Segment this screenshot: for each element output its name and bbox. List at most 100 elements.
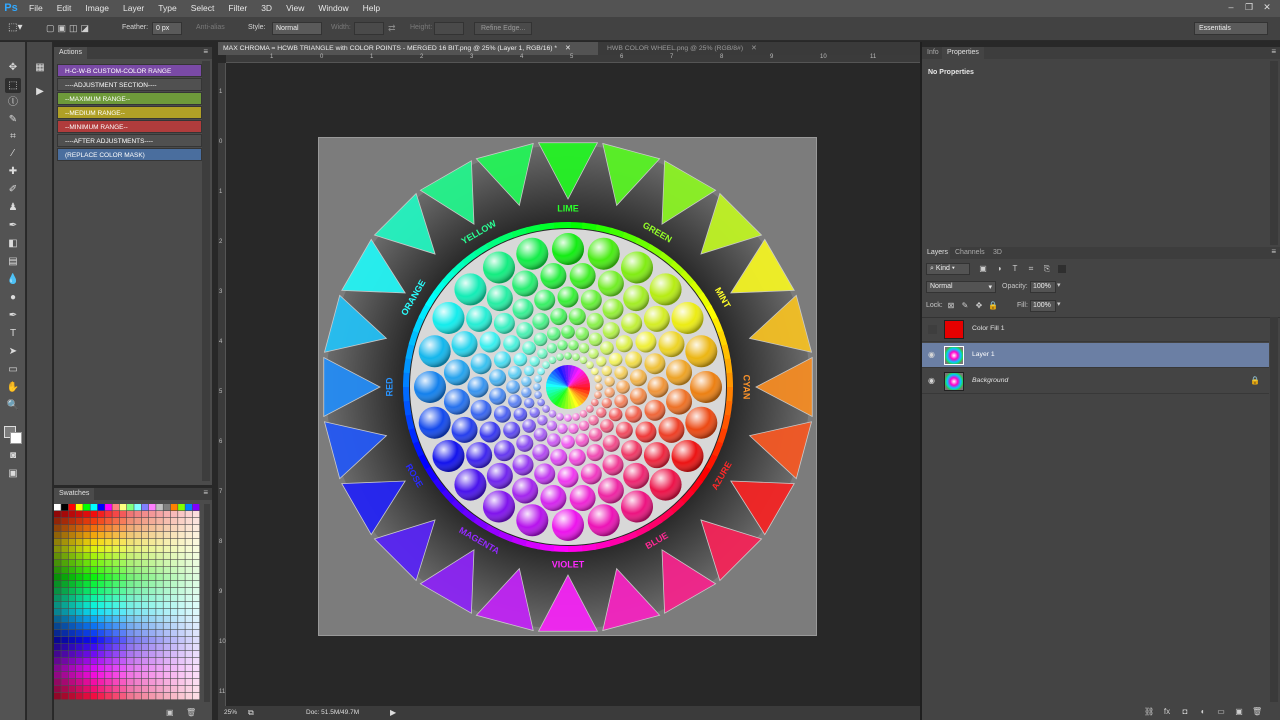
swatch[interactable] xyxy=(61,616,68,623)
swatch[interactable] xyxy=(54,532,61,539)
new-group-icon[interactable]: ▭ xyxy=(1216,707,1226,717)
swatch[interactable] xyxy=(83,567,90,574)
swatch[interactable] xyxy=(156,665,163,672)
swatch[interactable] xyxy=(83,539,90,546)
swatch[interactable] xyxy=(156,595,163,602)
swatch[interactable] xyxy=(170,532,178,539)
swatch[interactable] xyxy=(141,623,149,630)
swatch[interactable] xyxy=(192,651,200,658)
adjustment-layer-icon[interactable]: ◐ xyxy=(1198,707,1208,717)
swatch[interactable] xyxy=(148,595,156,602)
actions-panel-icon[interactable]: ▶ xyxy=(32,84,48,99)
swatch[interactable] xyxy=(163,525,171,532)
swatch[interactable] xyxy=(119,609,127,616)
swatch[interactable] xyxy=(97,679,105,686)
dodge-icon[interactable]: ● xyxy=(5,290,21,305)
swatch[interactable] xyxy=(170,539,178,546)
path-select-icon[interactable]: ➤ xyxy=(5,344,21,359)
swatch[interactable] xyxy=(170,567,178,574)
swatch[interactable] xyxy=(178,504,185,511)
swatch[interactable] xyxy=(163,679,171,686)
swatch[interactable] xyxy=(163,588,171,595)
swatch[interactable] xyxy=(83,602,90,609)
swatch[interactable] xyxy=(127,630,134,637)
tab-info[interactable]: Info xyxy=(922,47,944,59)
swatch[interactable] xyxy=(68,616,76,623)
swatch[interactable] xyxy=(90,637,98,644)
style-select[interactable]: Normal xyxy=(272,22,322,35)
swatch[interactable] xyxy=(119,630,127,637)
swatch[interactable] xyxy=(163,693,171,700)
swatch[interactable] xyxy=(156,567,163,574)
swatch[interactable] xyxy=(119,693,127,700)
swatch[interactable] xyxy=(170,504,178,511)
swatch[interactable] xyxy=(119,686,127,693)
menu-image[interactable]: Image xyxy=(78,0,116,17)
swatch[interactable] xyxy=(170,672,178,679)
swatch[interactable] xyxy=(148,644,156,651)
swatch[interactable] xyxy=(75,546,83,553)
swatch[interactable] xyxy=(75,658,83,665)
swatch[interactable] xyxy=(83,686,90,693)
swatch[interactable] xyxy=(185,518,193,525)
swatch[interactable] xyxy=(97,532,105,539)
swatch[interactable] xyxy=(105,686,112,693)
swatch[interactable] xyxy=(54,525,61,532)
swatch[interactable] xyxy=(90,609,98,616)
swatch[interactable] xyxy=(185,665,193,672)
swatch[interactable] xyxy=(105,630,112,637)
swatch[interactable] xyxy=(68,518,76,525)
swatch[interactable] xyxy=(68,693,76,700)
swatch[interactable] xyxy=(127,693,134,700)
swatch[interactable] xyxy=(134,644,141,651)
swatch[interactable] xyxy=(185,679,193,686)
swatch[interactable] xyxy=(185,637,193,644)
swatch[interactable] xyxy=(54,588,61,595)
fill-input[interactable]: 100% xyxy=(1030,300,1056,312)
swatch[interactable] xyxy=(61,644,68,651)
swatch[interactable] xyxy=(148,651,156,658)
swatch[interactable] xyxy=(61,623,68,630)
swatch[interactable] xyxy=(105,616,112,623)
swatch[interactable] xyxy=(90,560,98,567)
swatch[interactable] xyxy=(185,630,193,637)
swatch[interactable] xyxy=(156,532,163,539)
swatch[interactable] xyxy=(185,574,193,581)
swatch[interactable] xyxy=(97,658,105,665)
tab-channels[interactable]: Channels xyxy=(950,247,990,259)
swatch[interactable] xyxy=(141,616,149,623)
swatch[interactable] xyxy=(163,602,171,609)
quick-select-icon[interactable]: ✎ xyxy=(5,112,21,127)
swatch[interactable] xyxy=(75,588,83,595)
swatch[interactable] xyxy=(170,574,178,581)
swatch[interactable] xyxy=(185,553,193,560)
swatch[interactable] xyxy=(192,532,200,539)
swatch[interactable] xyxy=(134,539,141,546)
swatch[interactable] xyxy=(83,504,90,511)
swatch[interactable] xyxy=(112,581,120,588)
swatch[interactable] xyxy=(68,644,76,651)
swatch[interactable] xyxy=(61,693,68,700)
swatch[interactable] xyxy=(105,609,112,616)
swatch[interactable] xyxy=(54,553,61,560)
swatch[interactable] xyxy=(105,504,112,511)
swatch[interactable] xyxy=(75,672,83,679)
swatch[interactable] xyxy=(178,567,185,574)
swatch[interactable] xyxy=(105,665,112,672)
swatch[interactable] xyxy=(170,518,178,525)
swatch[interactable] xyxy=(61,609,68,616)
swatch[interactable] xyxy=(134,609,141,616)
swatch[interactable] xyxy=(127,518,134,525)
crop-icon[interactable]: ⌗ xyxy=(5,129,21,144)
swatch[interactable] xyxy=(178,609,185,616)
tab-document-active[interactable]: MAX CHROMA = HCWB TRIANGLE with COLOR PO… xyxy=(218,42,598,55)
swatch[interactable] xyxy=(75,504,83,511)
swatch[interactable] xyxy=(105,511,112,518)
swatch[interactable] xyxy=(90,525,98,532)
panel-menu-icon[interactable]: ≡ xyxy=(203,488,208,497)
swatch[interactable] xyxy=(163,539,171,546)
swatch[interactable] xyxy=(156,539,163,546)
swatch[interactable] xyxy=(54,504,61,511)
swatch[interactable] xyxy=(61,686,68,693)
swatch[interactable] xyxy=(90,518,98,525)
